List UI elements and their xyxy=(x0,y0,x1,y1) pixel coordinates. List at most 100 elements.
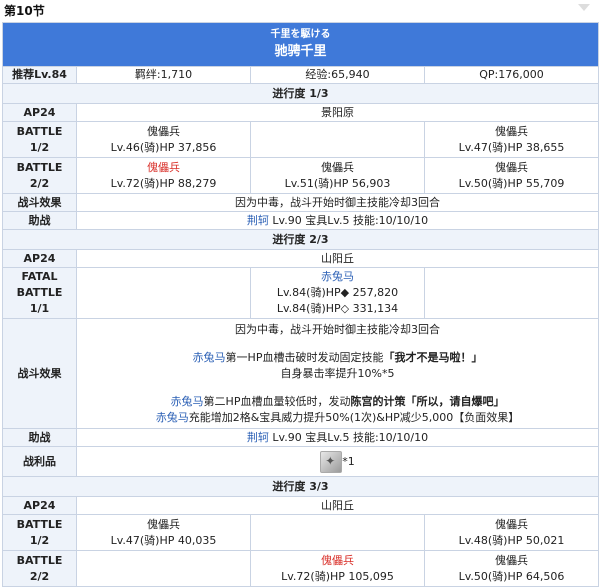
enemy-name: 傀儡兵 xyxy=(321,553,354,567)
progress-title: 进行度 2/3 xyxy=(2,229,599,250)
enemy-cell: 赤兔马 Lv.84(骑)HP◆ 257,820 Lv.84(骑)HP◇ 331,13… xyxy=(250,267,425,319)
effect-line: 自身暴击率提升10%*5 xyxy=(280,366,395,380)
support-info: 荆轲 Lv.90 宝具Lv.5 技能:10/10/10 xyxy=(76,428,599,447)
effect-row: 战斗效果 因为中毒，战斗开始时御主技能冷却3回合 赤兔马第一HP血槽击破时发动固… xyxy=(2,318,599,429)
enemy-stat: Lv.48(骑)HP 50,021 xyxy=(458,533,565,547)
support-info: 荆轲 Lv.90 宝具Lv.5 技能:10/10/10 xyxy=(76,211,599,230)
enemy-stat: Lv.50(骑)HP 64,506 xyxy=(458,569,565,583)
qp-value: QP:176,000 xyxy=(424,66,599,84)
drop-items: *1 xyxy=(76,446,599,477)
drop-count: *1 xyxy=(342,454,355,468)
support-label: 助战 xyxy=(2,428,77,447)
effect-row: 战斗效果 因为中毒，战斗开始时御主技能冷却3回合 xyxy=(2,193,599,212)
drop-item-icon[interactable] xyxy=(320,450,343,473)
progress-title: 进行度 1/3 xyxy=(2,83,599,104)
fatal-battle-row: FATAL BATTLE 1/1 赤兔马 Lv.84(骑)HP◆ 257,820 Lv… xyxy=(2,267,599,319)
progress-row: 进行度 3/3 xyxy=(2,476,599,497)
support-row: 助战 荆轲 Lv.90 宝具Lv.5 技能:10/10/10 xyxy=(2,428,599,447)
progress-title: 进行度 3/3 xyxy=(2,476,599,497)
enemy-stat: Lv.47(骑)HP 38,655 xyxy=(458,140,565,154)
bond-value: 羁绊:1,710 xyxy=(76,66,251,84)
section-title: 第10节 xyxy=(4,4,45,18)
quest-table: 千里を駆ける 驰骋千里 推荐Lv.84 羁绊:1,710 经验:65,940 Q… xyxy=(2,22,599,587)
ap-cost: AP24 xyxy=(2,103,77,122)
quest-jp-title: 千里を駆ける xyxy=(270,28,331,40)
effect-label: 战斗效果 xyxy=(2,318,77,429)
enemy-cell-empty xyxy=(424,267,599,319)
battle-row: BATTLE 2/2 傀儡兵 Lv.72(骑)HP 105,095 傀儡兵 Lv.50… xyxy=(2,550,599,587)
enemy-stat: Lv.50(骑)HP 55,709 xyxy=(458,176,565,190)
battle-label: FATAL BATTLE 1/1 xyxy=(2,267,77,319)
progress-row: 进行度 1/3 xyxy=(2,83,599,104)
enemy-name: 傀儡兵 xyxy=(495,553,528,567)
ap-row: AP24 山阳丘 xyxy=(2,249,599,268)
enemy-name: 傀儡兵 xyxy=(495,124,528,138)
enemy-name: 傀儡兵 xyxy=(147,517,180,531)
support-row: 助战 荆轲 Lv.90 宝具Lv.5 技能:10/10/10 xyxy=(2,211,599,230)
enemy-stat: Lv.51(骑)HP 56,903 xyxy=(284,176,391,190)
enemy-cell: 傀儡兵 Lv.72(骑)HP 105,095 xyxy=(250,550,425,587)
location: 山阳丘 xyxy=(76,249,599,268)
collapse-icon[interactable] xyxy=(578,4,590,11)
progress-row: 进行度 2/3 xyxy=(2,229,599,250)
enemy-cell: 傀儡兵 Lv.47(骑)HP 38,655 xyxy=(424,121,599,158)
effect-label: 战斗效果 xyxy=(2,193,77,212)
enemy-stat: Lv.72(骑)HP 88,279 xyxy=(110,176,217,190)
effect-line: 赤兔马第一HP血槽击破时发动固定技能「我才不是马啦！」 xyxy=(192,350,483,364)
support-label: 助战 xyxy=(2,211,77,230)
enemy-cell-empty xyxy=(76,267,251,319)
ap-cost: AP24 xyxy=(2,496,77,515)
effect-line: 因为中毒，战斗开始时御主技能冷却3回合 xyxy=(235,322,440,336)
ap-cost: AP24 xyxy=(2,249,77,268)
boss-name-link[interactable]: 赤兔马 xyxy=(156,411,189,424)
meta-row: 推荐Lv.84 羁绊:1,710 经验:65,940 QP:176,000 xyxy=(2,66,599,84)
ap-row: AP24 景阳原 xyxy=(2,103,599,122)
enemy-name: 傀儡兵 xyxy=(147,124,180,138)
battle-label: BATTLE 1/2 xyxy=(2,121,77,158)
boss-name-link[interactable]: 赤兔马 xyxy=(253,269,422,285)
enemy-name: 傀儡兵 xyxy=(495,160,528,174)
drop-label: 战利品 xyxy=(2,446,77,477)
enemy-stat: Lv.47(骑)HP 40,035 xyxy=(110,533,217,547)
effect-block: 因为中毒，战斗开始时御主技能冷却3回合 赤兔马第一HP血槽击破时发动固定技能「我… xyxy=(76,318,599,429)
effect-line: 赤兔马充能增加2格&宝具威力提升50%(1次)&HP减少5,000【负面效果】 xyxy=(155,410,520,424)
battle-row: BATTLE 1/2 傀儡兵 Lv.47(骑)HP 40,035 傀儡兵 Lv.48(… xyxy=(2,514,599,551)
support-servant-link[interactable]: 荆轲 xyxy=(247,431,269,444)
enemy-name: 傀儡兵 xyxy=(147,160,180,174)
enemy-cell-empty xyxy=(250,121,425,158)
exp-value: 经验:65,940 xyxy=(250,66,425,84)
battle-label: BATTLE 2/2 xyxy=(2,550,77,587)
boss-stat: Lv.84(骑)HP◇ 331,134 xyxy=(276,302,399,315)
boss-stat: Lv.84(骑)HP◆ 257,820 xyxy=(276,286,399,299)
location: 景阳原 xyxy=(76,103,599,122)
support-servant-link[interactable]: 荆轲 xyxy=(247,214,269,227)
location: 山阳丘 xyxy=(76,496,599,515)
battle-row: BATTLE 1/2 傀儡兵 Lv.46(骑)HP 37,856 傀儡兵 Lv.47(… xyxy=(2,121,599,158)
enemy-cell: 傀儡兵 Lv.48(骑)HP 50,021 xyxy=(424,514,599,551)
drop-row: 战利品 *1 xyxy=(2,446,599,477)
recommended-level: 推荐Lv.84 xyxy=(2,66,77,84)
effect-text: 因为中毒，战斗开始时御主技能冷却3回合 xyxy=(76,193,599,212)
support-detail: Lv.90 宝具Lv.5 技能:10/10/10 xyxy=(268,213,429,227)
enemy-cell-empty xyxy=(76,550,251,587)
quest-header-row: 千里を駆ける 驰骋千里 xyxy=(2,22,599,67)
enemy-cell: 傀儡兵 Lv.47(骑)HP 40,035 xyxy=(76,514,251,551)
boss-name-link[interactable]: 赤兔马 xyxy=(171,395,204,408)
enemy-cell: 傀儡兵 Lv.50(骑)HP 55,709 xyxy=(424,157,599,194)
support-detail: Lv.90 宝具Lv.5 技能:10/10/10 xyxy=(268,430,429,444)
battle-label: BATTLE 2/2 xyxy=(2,157,77,194)
enemy-name: 傀儡兵 xyxy=(321,160,354,174)
ap-row: AP24 山阳丘 xyxy=(2,496,599,515)
quest-cn-title: 驰骋千里 xyxy=(274,43,327,59)
battle-row: BATTLE 2/2 傀儡兵 Lv.72(骑)HP 88,279 傀儡兵 Lv.51(… xyxy=(2,157,599,194)
enemy-cell-empty xyxy=(250,514,425,551)
enemy-stat: Lv.72(骑)HP 105,095 xyxy=(281,569,394,583)
boss-name-link[interactable]: 赤兔马 xyxy=(193,351,226,364)
effect-line: 赤兔马第二HP血槽血量较低时，发动陈宫的计策「所以，请自爆吧」 xyxy=(170,394,505,408)
enemy-cell: 傀儡兵 Lv.50(骑)HP 64,506 xyxy=(424,550,599,587)
enemy-cell: 傀儡兵 Lv.51(骑)HP 56,903 xyxy=(250,157,425,194)
battle-label: BATTLE 1/2 xyxy=(2,514,77,551)
quest-header: 千里を駆ける 驰骋千里 xyxy=(2,22,599,67)
enemy-cell: 傀儡兵 Lv.46(骑)HP 37,856 xyxy=(76,121,251,158)
enemy-stat: Lv.46(骑)HP 37,856 xyxy=(110,140,217,154)
